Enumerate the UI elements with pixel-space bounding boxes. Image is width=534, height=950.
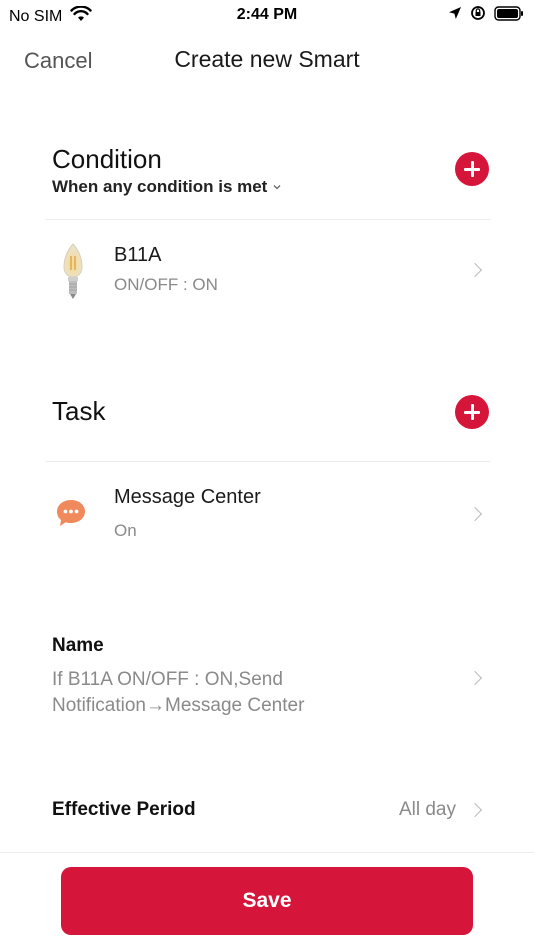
effective-period-label: Effective Period — [52, 799, 196, 820]
nav-bar: Cancel Create new Smart — [0, 40, 534, 82]
status-right — [448, 5, 524, 26]
effective-period-value: All day — [398, 799, 456, 820]
chevron-right-icon — [467, 802, 483, 818]
chevron-down-icon — [273, 182, 281, 193]
name-label: Name — [52, 635, 104, 656]
task-item-title: Message Center — [114, 486, 261, 508]
condition-title: Condition — [52, 144, 162, 174]
orientation-lock-icon — [470, 5, 486, 26]
divider — [46, 219, 490, 220]
bottom-bar: Save — [0, 852, 534, 950]
bulb-icon — [60, 242, 86, 305]
page-title: Create new Smart — [174, 46, 360, 72]
condition-item-title: B11A — [114, 244, 162, 266]
location-icon — [448, 6, 462, 25]
message-bubble-icon — [55, 498, 87, 533]
status-bar: No SIM 2:44 PM — [0, 0, 534, 32]
chevron-right-icon — [467, 670, 483, 686]
divider — [46, 461, 490, 462]
chevron-right-icon — [467, 506, 483, 522]
task-title: Task — [52, 396, 106, 426]
add-task-button[interactable] — [455, 395, 489, 429]
condition-mode-label: When any condition is met — [52, 177, 268, 196]
task-item-subtitle: On — [114, 521, 137, 540]
add-condition-button[interactable] — [455, 152, 489, 186]
chevron-right-icon — [467, 262, 483, 278]
condition-item-subtitle: ON/OFF : ON — [114, 275, 218, 294]
task-item-message-center[interactable]: Message Center On — [46, 474, 490, 554]
condition-mode-selector[interactable]: When any condition is met — [52, 177, 281, 197]
condition-item-b11a[interactable]: B11A ON/OFF : ON — [46, 232, 490, 312]
name-value: If B11A ON/OFF : ON,Send Notification→Me… — [52, 669, 305, 716]
battery-icon — [494, 5, 524, 26]
save-button[interactable]: Save — [61, 867, 473, 935]
